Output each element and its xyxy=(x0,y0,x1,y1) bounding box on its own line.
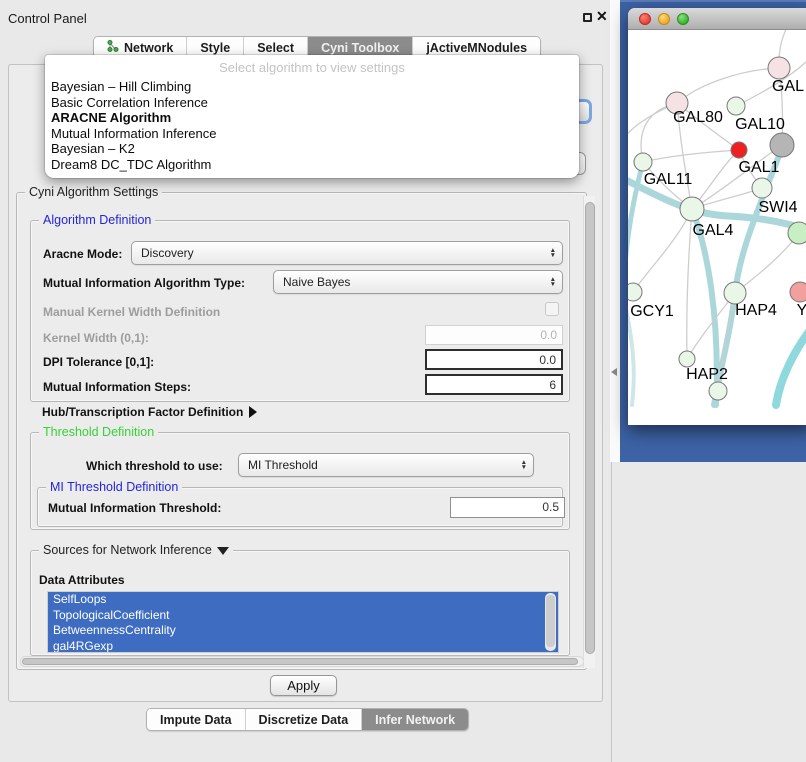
node-label: GAL80 xyxy=(673,109,723,126)
node-label: GAL4 xyxy=(693,222,734,239)
node-label: GAL1 xyxy=(739,159,780,176)
algorithm-option[interactable]: ARACNE Algorithm xyxy=(51,110,573,126)
threshold-definition-title: Threshold Definition xyxy=(39,425,158,439)
node-label: SWI4 xyxy=(758,199,797,216)
mi-type-label: Mutual Information Algorithm Type: xyxy=(43,276,245,290)
network-canvas[interactable]: GAL GAL80 GAL10 GAL11 GAL1 SWI4 GAL4 GCY1 HAP4 Y H… xyxy=(628,30,806,425)
algorithm-option[interactable]: Basic Correlation Inference xyxy=(51,95,573,111)
network-node[interactable] xyxy=(768,57,790,79)
control-panel-title: Control Panel xyxy=(8,11,87,26)
tab-impute-data[interactable]: Impute Data xyxy=(147,709,246,730)
node-label: GAL10 xyxy=(735,116,785,133)
attribute-item[interactable]: gal4RGexp xyxy=(48,639,558,654)
stepper-icon: ▲▼ xyxy=(550,248,556,258)
algorithm-definition-group: Algorithm Definition Aracne Mode: Discov… xyxy=(30,220,570,402)
apply-button[interactable]: Apply xyxy=(270,675,337,696)
which-threshold-select[interactable]: MI Threshold ▲▼ xyxy=(238,453,534,477)
network-node[interactable] xyxy=(790,282,806,302)
node-label: GAL11 xyxy=(644,171,693,188)
manual-kernel-label: Manual Kernel Width Definition xyxy=(43,305,220,319)
algorithm-popup-placeholder: Select algorithm to view settings xyxy=(45,55,579,75)
network-window-titlebar[interactable] xyxy=(628,8,806,30)
attribute-item[interactable]: TopologicalCoefficient xyxy=(48,608,558,624)
sources-group: Sources for Network Inference Data Attri… xyxy=(30,550,570,656)
control-panel: Control Panel ✕ Network Style Select Cyn… xyxy=(0,0,612,762)
node-label: Y xyxy=(797,302,806,319)
attribute-item[interactable]: SelfLoops xyxy=(48,592,558,608)
network-node[interactable] xyxy=(679,351,695,367)
attribute-item[interactable]: BetweennessCentrality xyxy=(48,623,558,639)
node-label: HAP2 xyxy=(686,366,728,383)
node-label: GAL xyxy=(772,78,804,95)
settings-hscrollbar[interactable] xyxy=(20,656,584,667)
stepper-icon: ▲▼ xyxy=(550,277,556,287)
network-node[interactable] xyxy=(727,97,745,115)
settings-vscrollbar[interactable] xyxy=(583,196,595,668)
float-panel-icon[interactable] xyxy=(583,13,592,22)
zoom-window-icon[interactable] xyxy=(677,13,689,25)
tab-discretize-data[interactable]: Discretize Data xyxy=(246,709,363,730)
stepper-icon: ▲▼ xyxy=(521,460,527,470)
network-view-window: GAL GAL80 GAL10 GAL11 GAL1 SWI4 GAL4 GCY1 HAP4 Y H… xyxy=(628,8,806,425)
network-node[interactable] xyxy=(634,153,652,171)
mi-type-select[interactable]: Naive Bayes ▲▼ xyxy=(273,270,563,294)
network-node[interactable] xyxy=(788,222,806,244)
algorithm-definition-title: Algorithm Definition xyxy=(39,213,155,227)
algorithm-option[interactable]: Dream8 DC_TDC Algorithm xyxy=(51,157,573,173)
network-node[interactable] xyxy=(724,282,746,304)
dpi-tolerance-field[interactable]: 0.0 xyxy=(425,349,563,370)
kernel-width-label: Kernel Width (0,1): xyxy=(43,331,149,345)
algorithm-option[interactable]: Bayesian – Hill Climbing xyxy=(51,79,573,95)
network-icon xyxy=(107,40,119,55)
mi-threshold-group: MI Threshold Definition Mutual Informati… xyxy=(37,487,563,527)
panel-splitter[interactable] xyxy=(610,0,620,462)
network-node[interactable] xyxy=(752,178,772,198)
sources-group-title: Sources for Network Inference xyxy=(39,543,233,557)
mi-steps-label: Mutual Information Steps: xyxy=(43,380,191,394)
minimize-window-icon[interactable] xyxy=(658,13,670,25)
algorithm-option[interactable]: Mutual Information Inference xyxy=(51,126,573,142)
node-label: HAP4 xyxy=(735,302,777,319)
mi-threshold-group-title: MI Threshold Definition xyxy=(46,480,182,494)
attributes-scrollbar[interactable] xyxy=(545,593,556,651)
which-threshold-label: Which threshold to use: xyxy=(86,459,223,473)
expand-right-icon xyxy=(249,406,257,418)
hub-definition-toggle[interactable]: Hub/Transcription Factor Definition xyxy=(42,405,257,419)
node-label: GCY1 xyxy=(630,303,674,320)
algorithm-option[interactable]: Bayesian – K2 xyxy=(51,141,573,157)
aracne-mode-label: Aracne Mode: xyxy=(43,247,122,261)
mi-threshold-label: Mutual Information Threshold: xyxy=(48,501,221,515)
cyni-bottom-tabs: Impute Data Discretize Data Infer Networ… xyxy=(146,708,469,731)
dpi-tolerance-label: DPI Tolerance [0,1]: xyxy=(43,355,154,369)
mi-steps-field[interactable]: 6 xyxy=(425,374,563,395)
manual-kernel-checkbox[interactable] xyxy=(545,302,559,316)
close-window-icon[interactable] xyxy=(639,13,651,25)
splitter-collapse-icon[interactable] xyxy=(611,368,617,376)
tab-infer-network[interactable]: Infer Network xyxy=(362,709,468,730)
settings-group-title: Cyni Algorithm Settings xyxy=(25,185,162,199)
threshold-definition-group: Threshold Definition Which threshold to … xyxy=(30,432,570,530)
kernel-width-field[interactable]: 0.0 xyxy=(425,325,563,345)
network-node[interactable] xyxy=(680,197,704,221)
network-node[interactable] xyxy=(731,142,747,158)
data-attributes-label: Data Attributes xyxy=(39,573,125,587)
collapse-down-icon xyxy=(217,547,229,555)
algorithm-popup: Select algorithm to view settings Bayesi… xyxy=(45,55,579,178)
network-node[interactable] xyxy=(709,382,727,400)
attributes-list[interactable]: SelfLoopsTopologicalCoefficientBetweenne… xyxy=(47,591,559,653)
network-node[interactable] xyxy=(770,133,794,157)
mi-threshold-field[interactable]: 0.5 xyxy=(450,497,565,518)
close-panel-icon[interactable]: ✕ xyxy=(596,8,608,25)
network-node[interactable] xyxy=(628,283,642,301)
aracne-mode-select[interactable]: Discovery ▲▼ xyxy=(131,241,563,265)
algorithm-popup-list: Bayesian – Hill ClimbingBasic Correlatio… xyxy=(51,79,573,172)
